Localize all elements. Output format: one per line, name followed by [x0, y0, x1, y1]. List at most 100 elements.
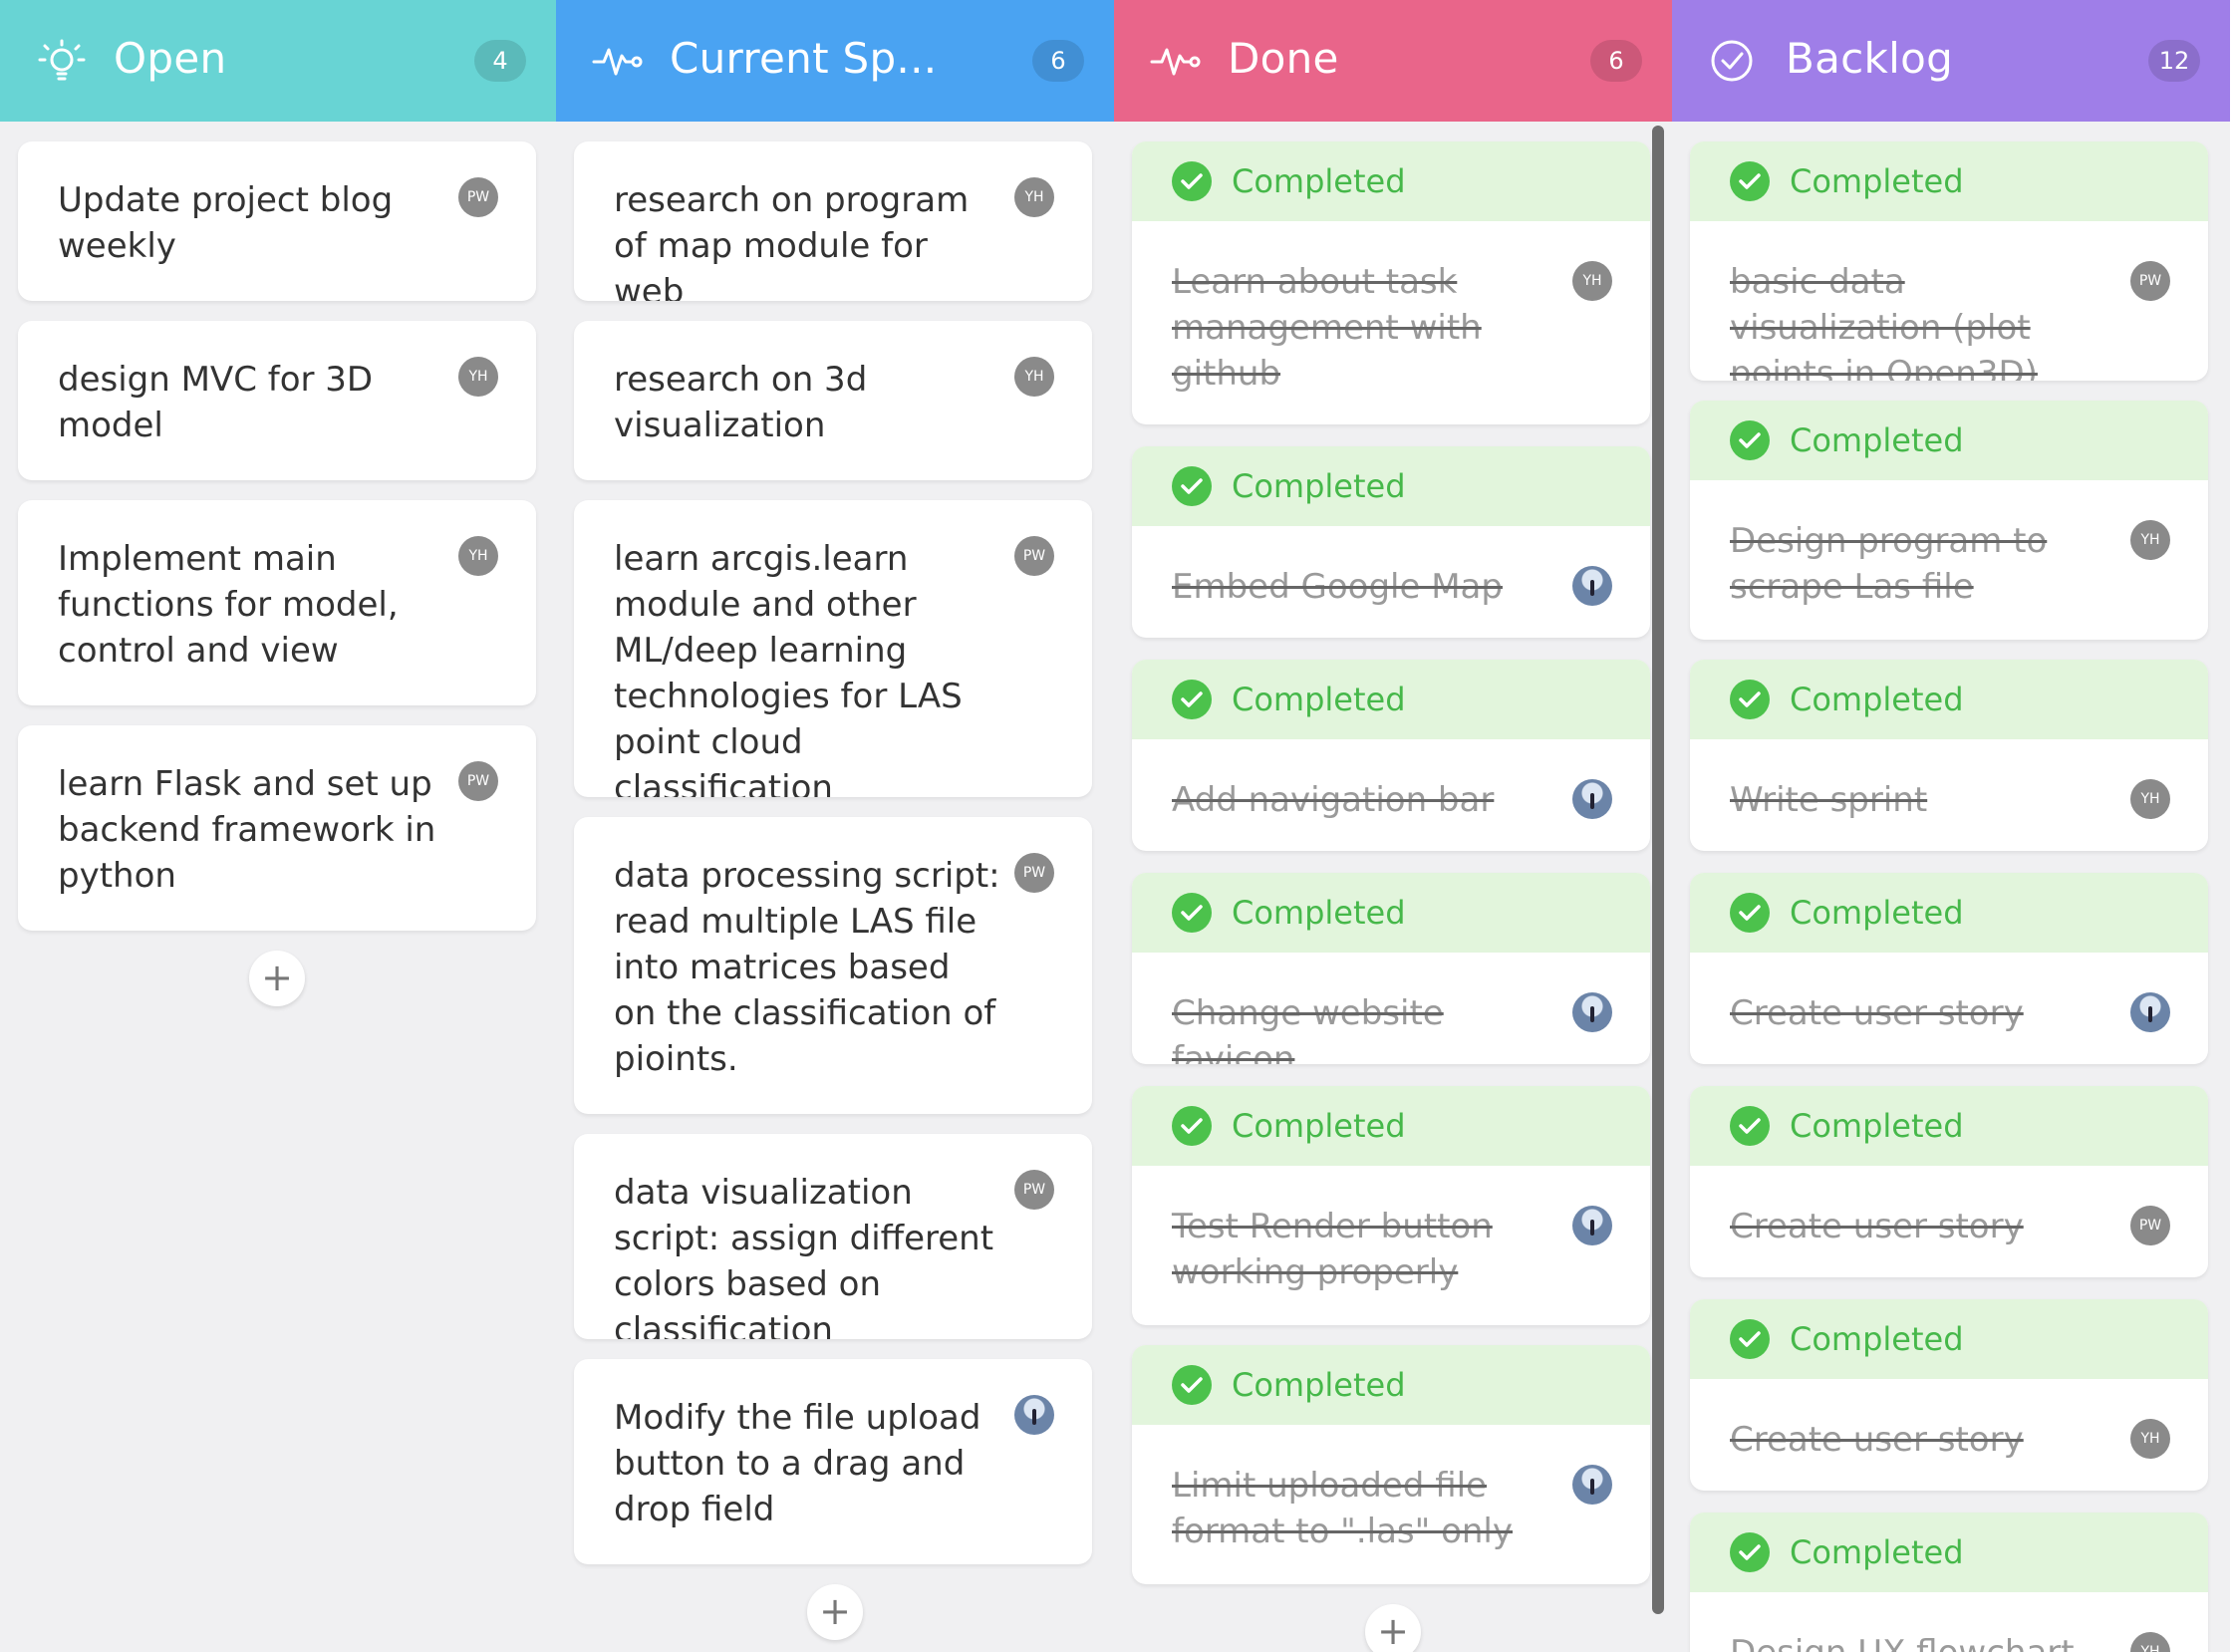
task-title: Implement main functions for model, cont…	[58, 539, 399, 671]
check-circle-icon	[1172, 161, 1212, 201]
completed-band: Completed	[1690, 873, 2208, 953]
task-card[interactable]: Completed basic data visualization (plot…	[1690, 141, 2208, 381]
task-card[interactable]: learn arcgis.learn module and other ML/d…	[574, 500, 1092, 797]
check-circle-icon	[1172, 1365, 1212, 1405]
task-card[interactable]: Completed Add navigation bar	[1132, 660, 1650, 851]
column-header[interactable]: Current Sp... 6	[556, 0, 1114, 122]
task-title: Create user story	[1730, 993, 2024, 1033]
task-card[interactable]: data visualization script: assign differ…	[574, 1134, 1092, 1339]
task-title: Create user story	[1730, 1207, 2024, 1246]
check-circle-icon	[1730, 420, 1770, 460]
assignee-avatar: PW	[458, 761, 498, 801]
column-open: Open 4 Update project blog weekly PW des…	[0, 0, 556, 1652]
status-label: Completed	[1232, 681, 1406, 718]
task-card[interactable]: Implement main functions for model, cont…	[18, 500, 536, 705]
task-card[interactable]: Update project blog weekly PW	[18, 141, 536, 301]
task-card[interactable]: design MVC for 3D model YH	[18, 321, 536, 480]
completed-band: Completed	[1690, 1086, 2208, 1166]
column-header[interactable]: Open 4	[0, 0, 556, 122]
task-title: Learn about task management with github	[1172, 262, 1482, 394]
column-current-sprint: Current Sp... 6 research on program of m…	[556, 0, 1114, 1652]
assignee-avatar: PW	[458, 177, 498, 217]
task-card[interactable]: Completed Limit uploaded file format to …	[1132, 1345, 1650, 1584]
status-label: Completed	[1232, 1107, 1406, 1145]
task-title: Write sprint	[1730, 780, 1928, 820]
column-scrollbar[interactable]	[1652, 126, 1664, 1614]
assignee-avatar: YH	[458, 357, 498, 397]
task-title: Change website favicon	[1172, 993, 1444, 1064]
column-header[interactable]: Done 6	[1114, 0, 1672, 122]
assignee-avatar: YH	[1572, 261, 1612, 301]
task-title: design MVC for 3D model	[58, 360, 374, 445]
assignee-avatar: YH	[458, 536, 498, 576]
status-label: Completed	[1790, 1107, 1964, 1145]
column-title: Done	[1228, 34, 1339, 83]
task-title: learn arcgis.learn module and other ML/d…	[614, 539, 963, 797]
column-count-badge: 6	[1032, 40, 1084, 82]
task-card[interactable]: Completed Create user story PW	[1690, 1086, 2208, 1277]
task-title: research on program of map module for we…	[614, 180, 970, 301]
check-circle-icon	[1172, 1106, 1212, 1146]
column-count-badge: 4	[474, 40, 526, 82]
assignee-avatar	[1572, 992, 1612, 1032]
assignee-avatar: YH	[2130, 779, 2170, 819]
pulse-icon	[592, 38, 644, 84]
status-label: Completed	[1790, 421, 1964, 459]
column-backlog: Backlog 12 Completed basic data visualiz…	[1672, 0, 2230, 1652]
column-title: Current Sp...	[670, 34, 938, 83]
check-circle-icon	[1730, 893, 1770, 933]
task-card[interactable]: research on program of map module for we…	[574, 141, 1092, 301]
assignee-avatar: PW	[2130, 1206, 2170, 1245]
assignee-avatar: YH	[2130, 1419, 2170, 1459]
add-card-button[interactable]: +	[807, 1584, 863, 1640]
task-title: basic data visualization (plot points in…	[1730, 262, 2038, 381]
task-card[interactable]: Modify the file upload button to a drag …	[574, 1359, 1092, 1564]
task-title: Update project blog weekly	[58, 180, 394, 266]
column-header[interactable]: Backlog 12	[1672, 0, 2230, 122]
task-title: learn Flask and set up backend framework…	[58, 764, 436, 896]
add-card-button[interactable]: +	[249, 951, 305, 1006]
task-card[interactable]: Completed Create user story	[1690, 873, 2208, 1064]
assignee-avatar: YH	[1014, 177, 1054, 217]
task-card[interactable]: Completed Test Render button working pro…	[1132, 1086, 1650, 1325]
status-label: Completed	[1232, 1366, 1406, 1404]
completed-band: Completed	[1132, 446, 1650, 526]
task-title: Design UX flowchart	[1730, 1630, 2118, 1652]
task-card[interactable]: Completed Learn about task management wi…	[1132, 141, 1650, 424]
assignee-avatar: YH	[1014, 357, 1054, 397]
completed-band: Completed	[1132, 873, 1650, 953]
assignee-avatar: YH	[2130, 1632, 2170, 1652]
check-circle-icon	[1730, 1532, 1770, 1572]
check-circle-icon	[1708, 38, 1760, 84]
task-card[interactable]: Completed Write sprint YH	[1690, 660, 2208, 851]
kanban-board: Open 4 Update project blog weekly PW des…	[0, 0, 2236, 1652]
task-card[interactable]: Completed Create user story YH	[1690, 1299, 2208, 1491]
task-card[interactable]: Completed Design program to scrape Las f…	[1690, 401, 2208, 640]
assignee-avatar: PW	[1014, 536, 1054, 576]
assignee-avatar: PW	[1014, 853, 1054, 893]
column-title: Open	[114, 34, 227, 83]
completed-band: Completed	[1132, 141, 1650, 221]
completed-band: Completed	[1690, 401, 2208, 480]
status-label: Completed	[1790, 894, 1964, 932]
task-card[interactable]: learn Flask and set up backend framework…	[18, 725, 536, 931]
status-label: Completed	[1790, 1320, 1964, 1358]
column-done: Done 6 Completed Learn about task manage…	[1114, 0, 1672, 1652]
task-card[interactable]: Completed Change website favicon	[1132, 873, 1650, 1064]
status-label: Completed	[1232, 162, 1406, 200]
task-title: Design program to scrape Las file	[1730, 521, 2048, 607]
task-title: Limit uploaded file format to ".las" onl…	[1172, 1466, 1513, 1551]
task-card[interactable]: Completed Design UX flowchart YH	[1690, 1513, 2208, 1652]
check-circle-icon	[1730, 680, 1770, 719]
column-title: Backlog	[1786, 34, 1954, 83]
task-title: Test Render button working properly	[1172, 1207, 1493, 1292]
check-circle-icon	[1172, 893, 1212, 933]
task-title: Add navigation bar	[1172, 780, 1495, 820]
task-card[interactable]: research on 3d visualization YH	[574, 321, 1092, 480]
assignee-avatar	[1572, 779, 1612, 819]
task-title: research on 3d visualization	[614, 360, 868, 445]
task-card[interactable]: data processing script: read multiple LA…	[574, 817, 1092, 1114]
lightbulb-icon	[36, 38, 88, 84]
add-card-button[interactable]: +	[1365, 1604, 1421, 1652]
task-card[interactable]: Completed Embed Google Map	[1132, 446, 1650, 638]
